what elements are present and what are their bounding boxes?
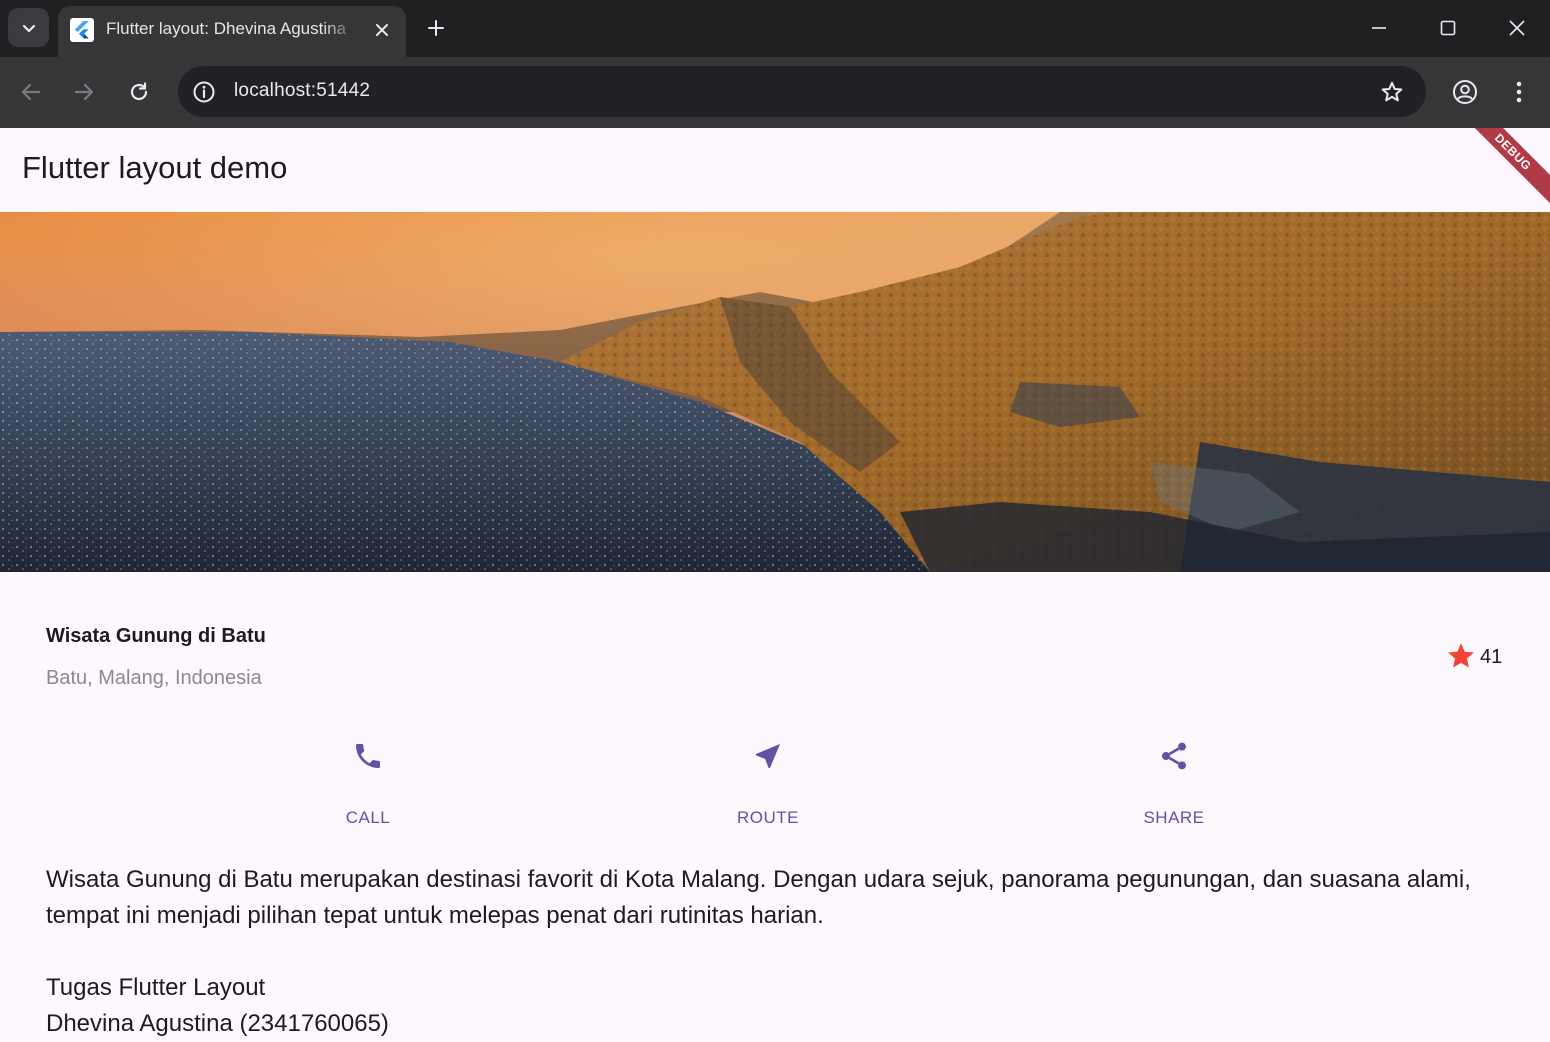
text-section: Wisata Gunung di Batu merupakan destinas… <box>46 862 1516 1042</box>
close-window-icon <box>1509 20 1525 36</box>
star-icon <box>1448 643 1474 668</box>
chevron-down-icon <box>22 24 35 32</box>
hero-image <box>0 212 1550 572</box>
place-name: Wisata Gunung di Batu <box>46 625 266 647</box>
app-title: Flutter layout demo <box>22 150 288 185</box>
spacer-line <box>46 934 1516 970</box>
maximize-button[interactable] <box>1430 10 1466 46</box>
browser-toolbar: localhost:51442 <box>0 57 1550 128</box>
share-label: SHARE <box>1143 808 1205 827</box>
call-icon <box>356 744 380 768</box>
maximize-icon <box>1440 20 1456 36</box>
debug-banner: DEBUG <box>1452 128 1550 212</box>
back-button[interactable] <box>13 74 49 110</box>
mountain-landscape-image <box>0 212 1550 572</box>
minimize-icon <box>1372 27 1386 29</box>
new-tab-button[interactable] <box>422 14 450 42</box>
reload-button[interactable] <box>121 74 157 110</box>
tab-title: Flutter layout: Dhevina Agustina <box>106 19 347 38</box>
place-location: Batu, Malang, Indonesia <box>46 667 262 689</box>
browser-tab-strip: Flutter layout: Dhevina Agustina <box>0 0 1550 57</box>
minimize-button[interactable] <box>1361 10 1397 46</box>
rating-count: 41 <box>1480 646 1503 668</box>
profile-button[interactable] <box>1447 74 1483 110</box>
arrow-right-icon <box>74 83 94 101</box>
bookmark-button[interactable] <box>1378 78 1406 106</box>
tab-close-button[interactable] <box>370 18 394 42</box>
plus-icon <box>428 20 444 36</box>
near-me-icon <box>756 744 780 768</box>
assignment-text: Tugas Flutter Layout <box>46 974 266 1001</box>
url-text[interactable]: localhost:51442 <box>234 80 370 102</box>
button-section: CALL ROUTE SHARE <box>0 722 1550 832</box>
close-window-button[interactable] <box>1499 10 1535 46</box>
author-text: Dhevina Agustina (2341760065) <box>46 1010 389 1037</box>
flutter-logo-icon <box>70 18 94 42</box>
browser-menu-button[interactable] <box>1501 74 1537 110</box>
close-icon <box>376 24 388 36</box>
more-vert-icon <box>1516 81 1522 103</box>
reload-icon <box>130 82 148 101</box>
share-icon <box>1162 742 1186 770</box>
call-label: CALL <box>345 808 391 827</box>
arrow-left-icon <box>21 83 41 101</box>
route-label: ROUTE <box>737 808 799 827</box>
tab-search-button[interactable] <box>8 8 49 47</box>
share-button[interactable]: SHARE <box>1114 738 1234 827</box>
title-section: Wisata Gunung di Batu Batu, Malang, Indo… <box>0 572 1550 722</box>
call-button[interactable]: CALL <box>308 738 428 827</box>
description-text: Wisata Gunung di Batu merupakan destinas… <box>46 866 1478 929</box>
forward-button[interactable] <box>66 74 102 110</box>
route-button[interactable]: ROUTE <box>708 738 828 827</box>
active-tab[interactable]: Flutter layout: Dhevina Agustina <box>58 6 406 57</box>
site-info-button[interactable] <box>191 79 217 105</box>
star-outline-icon <box>1381 81 1403 102</box>
app-bar: Flutter layout demo DEBUG <box>0 128 1550 212</box>
address-bar[interactable]: localhost:51442 <box>178 66 1426 117</box>
info-icon <box>193 81 215 103</box>
account-circle-icon <box>1453 80 1477 104</box>
